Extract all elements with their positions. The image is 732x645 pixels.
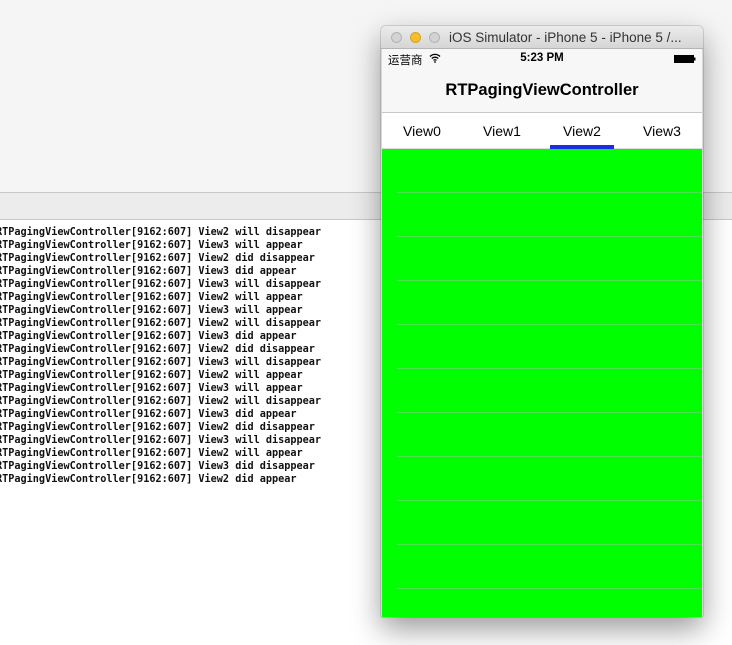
simulator-window-title: iOS Simulator - iPhone 5 - iPhone 5 /... [449,30,682,45]
table-row-separator [397,368,702,369]
table-row-separator [397,192,702,193]
page-content-table[interactable] [382,149,702,617]
console-line: RTPagingViewController[9162:607] View2 w… [0,396,322,407]
table-row-separator [397,544,702,545]
console-line: RTPagingViewController[9162:607] View3 d… [0,266,297,277]
console-line: RTPagingViewController[9162:607] View3 w… [0,435,322,446]
tab-view1[interactable]: View1 [462,113,542,149]
console-lines: RTPagingViewController[9162:607] View2 w… [0,226,321,486]
console-line: RTPagingViewController[9162:607] View2 d… [0,422,315,433]
table-row-separator [397,588,702,589]
zoom-window-button[interactable] [429,32,440,43]
console-line: RTPagingViewController[9162:607] View2 w… [0,292,303,303]
table-row-separator [397,500,702,501]
console-line: RTPagingViewController[9162:607] View3 w… [0,279,322,290]
table-row-separator [397,236,702,237]
console-line: RTPagingViewController[9162:607] View2 w… [0,448,303,459]
console-line: RTPagingViewController[9162:607] View2 w… [0,370,303,381]
minimize-window-button[interactable] [410,32,421,43]
simulator-titlebar[interactable]: iOS Simulator - iPhone 5 - iPhone 5 /... [381,26,703,49]
device-screen[interactable]: 运营商 5:23 PM RTPagingViewController View0… [382,49,702,617]
console-line: RTPagingViewController[9162:607] View3 d… [0,461,315,472]
close-window-button[interactable] [391,32,402,43]
console-line: RTPagingViewController[9162:607] View3 w… [0,383,303,394]
table-row-separator [397,412,702,413]
status-time: 5:23 PM [520,52,564,64]
paging-tab-bar[interactable]: View0 View1 View2 View3 [382,113,702,149]
console-line: RTPagingViewController[9162:607] View3 w… [0,240,303,251]
console-line: RTPagingViewController[9162:607] View2 d… [0,253,315,264]
nav-title: RTPagingViewController [445,81,639,99]
status-bar: 运营商 5:23 PM [382,49,702,69]
table-row-separator [397,456,702,457]
tab-view2[interactable]: View2 [542,113,622,149]
console-line: RTPagingViewController[9162:607] View2 w… [0,227,322,238]
console-line: RTPagingViewController[9162:607] View2 d… [0,344,315,355]
simulator-window[interactable]: iOS Simulator - iPhone 5 - iPhone 5 /...… [381,26,703,617]
console-line: RTPagingViewController[9162:607] View3 w… [0,357,322,368]
console-line: RTPagingViewController[9162:607] View3 w… [0,305,303,316]
battery-icon [674,55,696,63]
navigation-bar: RTPagingViewController [382,69,702,113]
tab-view0[interactable]: View0 [382,113,462,149]
tab-view3[interactable]: View3 [622,113,702,149]
console-line: RTPagingViewController[9162:607] View2 d… [0,474,297,485]
console-line: RTPagingViewController[9162:607] View3 d… [0,331,297,342]
console-line: RTPagingViewController[9162:607] View3 d… [0,409,297,420]
table-row-separator [397,324,702,325]
table-row-separator [397,280,702,281]
console-line: RTPagingViewController[9162:607] View2 w… [0,318,322,329]
